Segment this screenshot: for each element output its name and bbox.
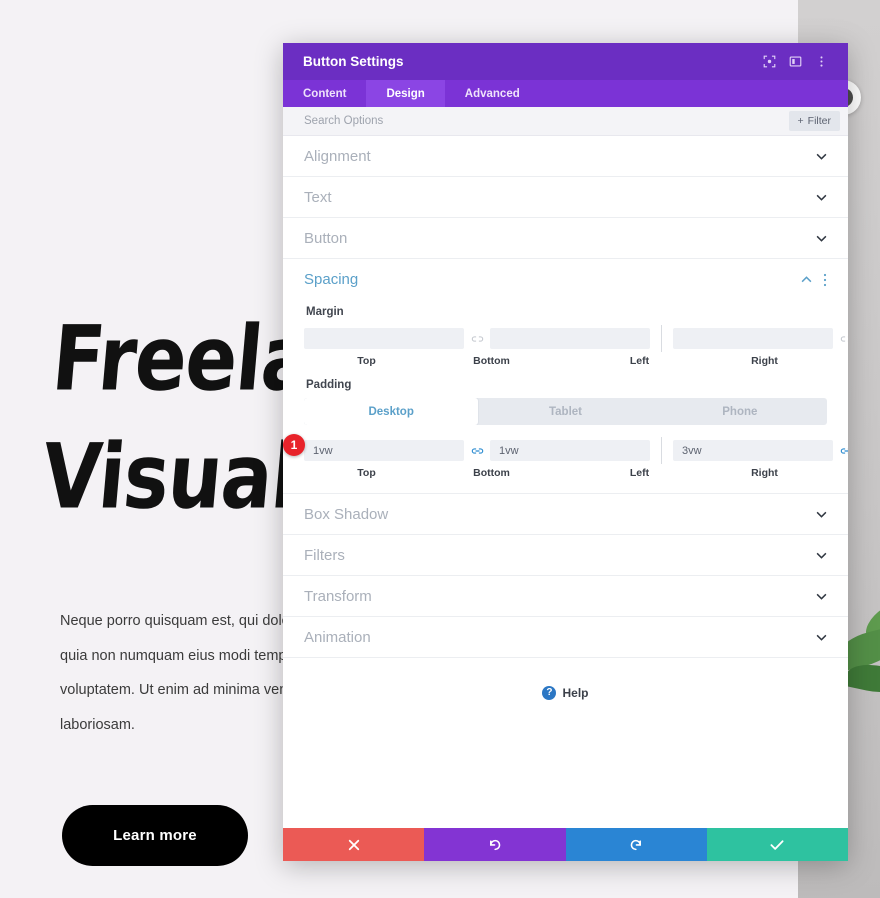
section-transform-label: Transform — [304, 587, 372, 605]
chevron-down-icon — [816, 194, 827, 201]
undo-button[interactable] — [424, 828, 566, 861]
section-alignment-label: Alignment — [304, 147, 371, 165]
modal-title: Button Settings — [303, 54, 404, 69]
section-filters[interactable]: Filters — [283, 535, 848, 576]
modal-action-bar — [283, 828, 848, 861]
section-filters-label: Filters — [304, 546, 345, 564]
device-tab-desktop[interactable]: Desktop — [304, 398, 479, 425]
section-box-shadow-label: Box Shadow — [304, 505, 389, 523]
margin-left-input[interactable] — [673, 328, 833, 349]
help-icon: ? — [542, 686, 557, 700]
padding-label: Padding — [306, 379, 352, 391]
plus-icon: + — [797, 115, 804, 127]
cancel-button[interactable] — [283, 828, 425, 861]
chevron-down-icon — [816, 552, 827, 559]
margin-bottom-input[interactable] — [490, 328, 650, 349]
margin-bottom-label: Bottom — [473, 355, 510, 367]
padding-left-label: Left — [629, 467, 650, 479]
section-animation-label: Animation — [304, 628, 371, 646]
help-label: Help — [562, 686, 589, 700]
search-input[interactable] — [304, 115, 789, 127]
tab-advanced[interactable]: Advanced — [445, 80, 540, 107]
field-divider — [661, 325, 662, 352]
chevron-down-icon — [816, 511, 827, 518]
modal-tab-bar: Content Design Advanced — [283, 80, 848, 107]
link-toggle-icon[interactable] — [470, 332, 484, 346]
section-animation[interactable]: Animation — [283, 617, 848, 658]
margin-top-label: Top — [357, 355, 376, 367]
section-spacing: Spacing Margin Top Bottom Left Right Pad… — [283, 259, 848, 494]
device-tab-phone[interactable]: Phone — [653, 398, 827, 425]
section-button-label: Button — [304, 229, 348, 247]
tab-content[interactable]: Content — [283, 80, 366, 107]
padding-top-input[interactable] — [304, 440, 464, 461]
chevron-up-icon[interactable] — [801, 276, 812, 283]
layout-toggle-icon[interactable] — [782, 49, 808, 75]
tab-design[interactable]: Design — [366, 80, 445, 107]
padding-field-labels: Top Bottom Left Right — [304, 467, 827, 479]
chevron-down-icon — [816, 634, 827, 641]
margin-fields — [304, 325, 848, 352]
padding-bottom-label: Bottom — [473, 467, 510, 479]
search-options-bar: + Filter — [283, 107, 848, 136]
field-divider — [661, 437, 662, 464]
link-toggle-icon[interactable] — [839, 332, 848, 346]
section-alignment[interactable]: Alignment — [283, 136, 848, 177]
device-tab-tablet[interactable]: Tablet — [478, 398, 652, 425]
margin-right-label: Right — [751, 355, 778, 367]
margin-left-label: Left — [629, 355, 650, 367]
section-text-label: Text — [304, 188, 332, 206]
section-spacing-header[interactable]: Spacing — [283, 259, 848, 300]
learn-more-button[interactable]: Learn more — [62, 805, 248, 866]
padding-top-label: Top — [357, 467, 376, 479]
section-spacing-label: Spacing — [304, 271, 359, 288]
annotation-marker-1: 1 — [283, 434, 305, 456]
margin-label: Margin — [306, 306, 344, 318]
margin-field-labels: Top Bottom Left Right — [304, 355, 827, 367]
chevron-down-icon — [816, 235, 827, 242]
help-link[interactable]: ? Help — [283, 658, 848, 700]
section-transform[interactable]: Transform — [283, 576, 848, 617]
padding-left-input[interactable] — [673, 440, 833, 461]
chevron-down-icon — [816, 593, 827, 600]
margin-top-input[interactable] — [304, 328, 464, 349]
redo-button[interactable] — [565, 828, 707, 861]
section-box-shadow[interactable]: Box Shadow — [283, 494, 848, 535]
padding-bottom-input[interactable] — [490, 440, 650, 461]
section-options-icon[interactable] — [823, 273, 827, 287]
fullscreen-icon[interactable] — [756, 49, 782, 75]
chevron-down-icon — [816, 153, 827, 160]
modal-title-bar: Button Settings — [283, 43, 848, 80]
design-options-list: Alignment Text Button Spacing Margin Top… — [283, 136, 848, 828]
spacing-controls: Margin Top Bottom Left Right Padding Des… — [283, 300, 848, 493]
filter-button[interactable]: + Filter — [788, 111, 840, 131]
save-button[interactable] — [706, 828, 848, 861]
filter-button-label: Filter — [807, 115, 831, 127]
section-button[interactable]: Button — [283, 218, 848, 259]
link-toggle-icon[interactable] — [839, 444, 848, 458]
padding-fields — [304, 437, 848, 464]
padding-right-label: Right — [751, 467, 778, 479]
link-toggle-icon[interactable] — [470, 444, 484, 458]
section-text[interactable]: Text — [283, 177, 848, 218]
button-settings-modal: Button Settings Content Design Advanced — [283, 43, 848, 861]
more-options-icon[interactable] — [808, 49, 834, 75]
device-breakpoint-tabs: Desktop Tablet Phone — [304, 398, 827, 425]
